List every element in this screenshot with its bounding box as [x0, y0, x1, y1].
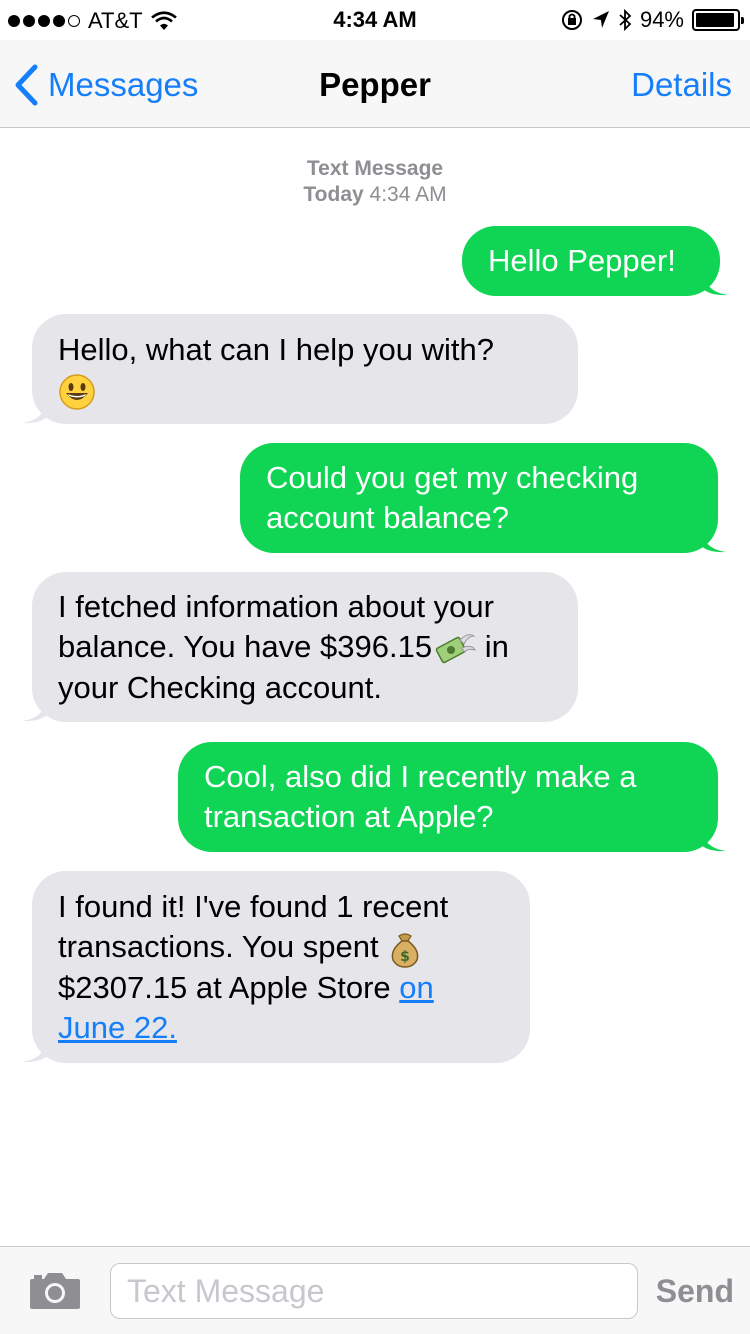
bubble-tail	[22, 396, 48, 424]
bluetooth-icon	[619, 8, 632, 32]
message-text: Hello Pepper!	[488, 243, 676, 278]
battery-icon	[692, 9, 744, 31]
status-bar: AT&T 4:34 AM 94%	[0, 0, 750, 40]
message-text: Cool, also did I recently make a	[204, 759, 637, 794]
sent-message-bubble[interactable]: Cool, also did I recently make a transac…	[178, 742, 726, 852]
bubble-tail	[22, 1035, 48, 1063]
message-text: account balance?	[266, 500, 510, 535]
message-text: your Checking account.	[58, 669, 382, 705]
message-input-bar: Send	[0, 1246, 750, 1334]
bubble-tail	[700, 525, 726, 553]
send-button[interactable]: Send	[656, 1273, 734, 1310]
sent-message-bubble[interactable]: Could you get my checking account balanc…	[240, 443, 726, 553]
location-icon	[592, 11, 609, 28]
message-text: transactions. You spent	[58, 929, 388, 964]
bubble-tail	[22, 694, 48, 722]
money-with-wings-emoji-icon	[435, 634, 477, 664]
message-input[interactable]	[110, 1263, 638, 1319]
details-button[interactable]: Details	[631, 66, 732, 104]
orientation-lock-icon	[561, 10, 582, 30]
status-right: 94%	[560, 7, 744, 33]
bubble-tail	[700, 824, 726, 852]
camera-icon[interactable]	[28, 1269, 82, 1311]
bubble-tail	[702, 268, 728, 296]
message-text: Hello, what can I help you with?	[58, 332, 494, 367]
battery-percent: 94%	[639, 7, 684, 32]
smiley-emoji-icon	[59, 374, 95, 410]
date-link[interactable]: June 22.	[58, 1010, 177, 1045]
received-message-bubble[interactable]: I found it! I've found 1 recent transact…	[22, 871, 530, 1063]
conversation[interactable]: Text Message Today 4:34 AM Hello Pepper!…	[0, 128, 750, 1246]
message-text: I found it! I've found 1 recent	[58, 889, 449, 924]
message-text: I fetched information about your	[58, 589, 494, 624]
message-text: balance. You have $396.15	[58, 629, 433, 664]
message-text: Could you get my checking	[266, 460, 639, 495]
message-text: in	[476, 629, 509, 664]
timestamp-service: Text Message	[306, 157, 444, 180]
date-link[interactable]: on	[399, 970, 433, 1005]
timestamp-day: Today	[303, 183, 364, 206]
received-message-bubble[interactable]: I fetched information about your balance…	[22, 572, 578, 722]
message-text: transaction at Apple?	[204, 799, 494, 834]
svg-text:$: $	[400, 949, 410, 965]
timestamp-time: 4:34 AM	[369, 183, 447, 206]
nav-bar: Messages Pepper Details	[0, 40, 750, 128]
received-message-bubble[interactable]: Hello, what can I help you with?	[22, 314, 578, 424]
money-bag-emoji-icon: $	[391, 933, 419, 968]
message-text: $2307.15 at Apple Store	[58, 969, 400, 1005]
sent-message-bubble[interactable]: Hello Pepper!	[462, 226, 728, 296]
battery-fill	[696, 13, 734, 27]
conversation-timestamp: Text Message Today 4:34 AM	[0, 156, 750, 208]
